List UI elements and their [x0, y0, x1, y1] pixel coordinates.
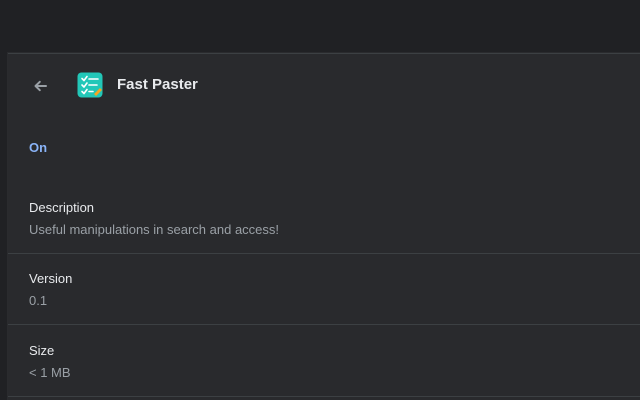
- size-section: Size < 1 MB: [8, 53, 640, 396]
- section-divider: [8, 396, 640, 397]
- size-value: < 1 MB: [29, 365, 71, 380]
- size-label: Size: [29, 343, 55, 358]
- extension-details-card: Fast Paster On Description Useful manipu…: [8, 53, 640, 400]
- browser-top-bar: [0, 0, 640, 53]
